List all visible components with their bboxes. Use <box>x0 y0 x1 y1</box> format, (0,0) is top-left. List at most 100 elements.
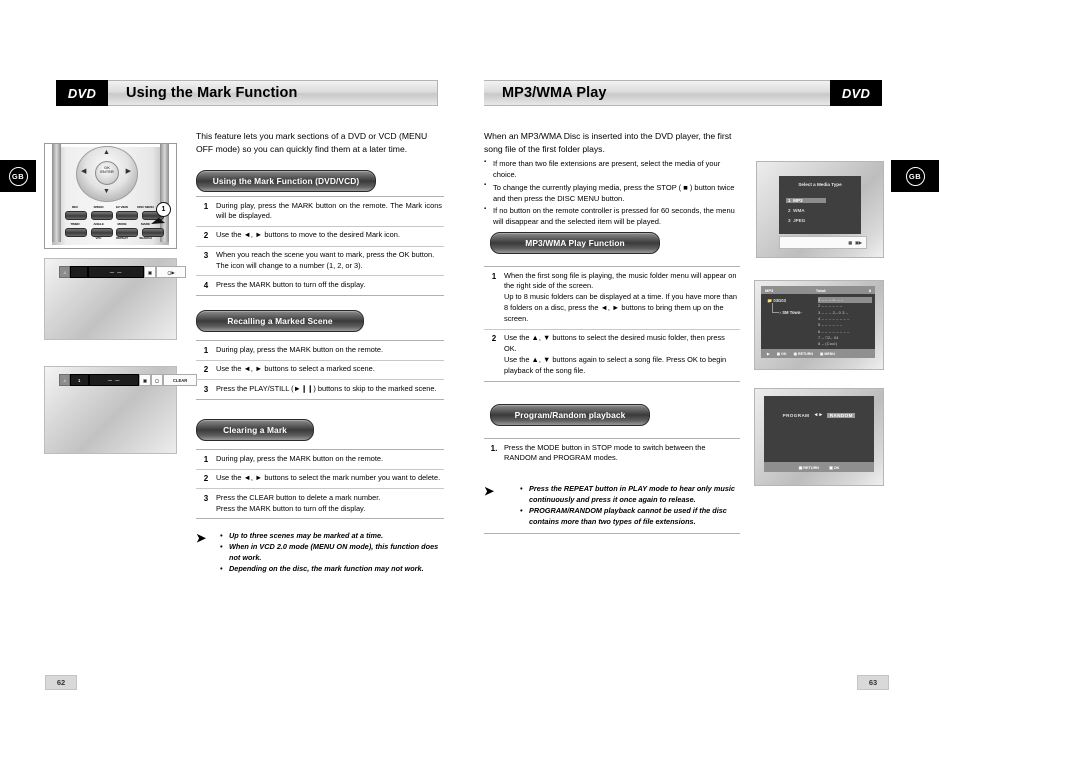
remote-label-timer: TIMER <box>70 222 80 226</box>
steps-recalling-marked-scene: 1 During play, press the MARK button on … <box>196 340 444 400</box>
step-number: 3 <box>203 493 209 503</box>
note-arrow-icon: ➤ <box>196 531 207 545</box>
right-bullet-list: If more than two file extensions are pre… <box>484 158 736 229</box>
step-text: Use the ◄, ► buttons to select the mark … <box>216 473 441 483</box>
osd-screenshot-clear-mark: ♫ 1 — — ▣ ▢ CLEAR <box>44 366 198 454</box>
option-number: 1 <box>788 198 791 203</box>
track-number: 2 <box>818 303 821 309</box>
osd-screenshot-mark-icons: ♫ — — ▣ ▢▶ <box>44 258 187 340</box>
callout-number: 1 <box>156 202 171 217</box>
music-folder-total-count: 8 <box>868 287 871 293</box>
music-folder-header: MP3 Total: 8 <box>761 286 875 294</box>
screenshot-music-folder-menu: MP3 Total: 8 📁 03G03 ♪ SM Town- 1 ‒ ‒ ‒ … <box>754 280 884 370</box>
file-name: ♪ SM Town- <box>779 310 802 315</box>
stop-icon: ▣▶ <box>855 240 862 245</box>
remote-callout: 1 <box>141 202 171 232</box>
step-text: Use the ▲, ▼ buttons to select the desir… <box>504 333 727 376</box>
button-menu-label: MENU <box>824 351 835 356</box>
music-folder-format: MP3 <box>765 287 774 293</box>
left-intro-text: This feature lets you mark sections of a… <box>196 131 428 155</box>
track-number: 1 <box>818 297 821 302</box>
media-type-title: Select a Media Type <box>798 182 842 187</box>
step-text: Use the ◄, ► buttons to move to the desi… <box>216 230 400 240</box>
left-notes-block: ➤ Up to three scenes may be marked at a … <box>196 529 446 574</box>
note-item: Depending on the disc, the mark function… <box>220 563 446 574</box>
music-folder-bottom-bar: ▶ ▣ OK ▣ RETURN ▣ MENU <box>761 349 875 358</box>
program-random-row: PROGRAM ◄► RANDOM <box>764 412 874 418</box>
step-text: Press the MARK button to turn off the di… <box>216 279 366 289</box>
bullet-text: If more than two file extensions are pre… <box>493 159 721 180</box>
step-row: 1 During play, press the MARK button on … <box>196 449 444 469</box>
bullet-item: If no button on the remote controller is… <box>484 205 736 228</box>
track-label: ‒ ‒ ‒ ‒ ‒ ‒ ‒ ‒ <box>821 328 850 334</box>
button-menu: ▣ MENU <box>819 351 835 356</box>
step-row: 3 Press the CLEAR button to delete a mar… <box>196 488 444 518</box>
remote-control-illustration: ▲ ▼ ◀ ▶ OK ENTER REC SPEED EZ VIEW DISC M… <box>44 143 177 249</box>
track-label: ‒ ‒ ‒ ‒ ‒ ‒ <box>821 303 843 309</box>
button-ok: ▣ OK <box>776 351 787 356</box>
steps-using-mark-function: 1 During play, press the MARK button on … <box>196 196 444 296</box>
random-label: RANDOM <box>827 412 856 418</box>
section-heading-clearing-a-mark: Clearing a Mark <box>196 419 314 441</box>
language-tab-left-label: GB <box>8 166 28 186</box>
option-label: JPEG <box>793 218 806 223</box>
osd-icon-a-1: ▣ <box>144 266 157 278</box>
step-row: 3 When you reach the scene you want to m… <box>196 245 444 276</box>
track-label: ‒ ‒ ‒ /‒ ‒ ‒ <box>821 297 844 302</box>
page-number-left: 62 <box>45 675 77 690</box>
step-number: 1. <box>490 443 498 453</box>
bullet-text: If no button on the remote controller is… <box>493 206 735 227</box>
step-number: 1 <box>203 454 209 464</box>
media-type-option-wma: 2 WMA <box>788 208 805 213</box>
remote-button-ezview <box>116 211 138 220</box>
osd-mark-number-2: 1 <box>70 374 90 386</box>
language-tab-left: GB <box>0 160 36 192</box>
program-random-screen: PROGRAM ◄► RANDOM <box>764 396 874 462</box>
step-number: 2 <box>203 365 209 375</box>
track-list: 1 ‒ ‒ ‒ /‒ ‒ ‒ 2 ‒ ‒ ‒ ‒ ‒ ‒ 3 ‒ ‒ ‒ 2‒.… <box>818 297 872 348</box>
osd-mark-slots-1: — — <box>88 266 145 278</box>
remote-label-rec: REC <box>71 205 79 209</box>
track-number: 7 <box>818 334 821 340</box>
step-number: 2 <box>203 474 209 484</box>
track-label: ‒ □2‒ 04 <box>821 334 839 340</box>
page-number-right: 63 <box>857 675 889 690</box>
left-right-arrows-icon: ◄► <box>813 412 824 418</box>
option-number: 3 <box>788 218 791 223</box>
step-text: During play, press the MARK button on th… <box>216 453 384 463</box>
step-text: During play, press the MARK button on th… <box>216 344 384 354</box>
step-row: 1. Press the MODE button in STOP mode to… <box>484 438 740 468</box>
osd-icon-b-1: ▢▶ <box>156 266 187 278</box>
step-text: When the first song file is playing, the… <box>504 270 737 324</box>
step-number: 1 <box>491 271 497 281</box>
button-ok-label: OK <box>781 351 787 356</box>
track-label: ‒ ‒ ‒ ‒ ‒ ‒ <box>821 322 843 328</box>
dpad-left-icon: ◀ <box>81 168 87 175</box>
manual-spread: GB GB DVD Using the Mark Function MP3/WM… <box>0 0 1080 763</box>
step-row: 1 During play, press the MARK button on … <box>196 340 444 360</box>
tree-connector <box>772 303 779 313</box>
bullet-item: To change the currently playing media, p… <box>484 181 736 205</box>
step-row: 3 Press the PLAY/STILL (►❙❙) buttons to … <box>196 379 444 399</box>
section-heading-using-mark-function: Using the Mark Function (DVD/VCD) <box>196 170 376 192</box>
dpad-up-icon: ▲ <box>103 149 110 156</box>
media-type-option-mp3: 1 MP3 <box>786 198 826 203</box>
file-label: SM Town- <box>782 310 802 315</box>
track-label: ‒ ‒ ‒ 2‒.0 3 ‒ <box>821 309 849 315</box>
step-row: 2 Use the ◄, ► buttons to move to the de… <box>196 225 444 246</box>
note-item: Press the REPEAT button in PLAY mode to … <box>520 482 740 505</box>
remote-left-edge <box>52 144 61 242</box>
option-label: WMA <box>793 208 805 213</box>
step-text: Use the ◄, ► buttons to select a marked … <box>216 364 375 374</box>
step-number: 4 <box>203 280 209 290</box>
left-notes-list: Up to three scenes may be marked at a ti… <box>220 529 446 574</box>
option-label: MP3 <box>793 198 803 203</box>
section-heading-program-random-playback: Program/Random playback <box>490 404 650 426</box>
dvd-badge-left: DVD <box>56 80 108 106</box>
remote-label-ezview: EZ VIEW <box>115 205 129 209</box>
remote-button-rec <box>65 211 87 220</box>
note-item: When in VCD 2.0 mode (MENU ON mode), thi… <box>220 541 446 563</box>
osd-disc-icon-2: ♫ <box>59 374 71 386</box>
language-tab-right-label: GB <box>905 166 925 186</box>
bullet-text: To change the currently playing media, p… <box>493 182 735 203</box>
